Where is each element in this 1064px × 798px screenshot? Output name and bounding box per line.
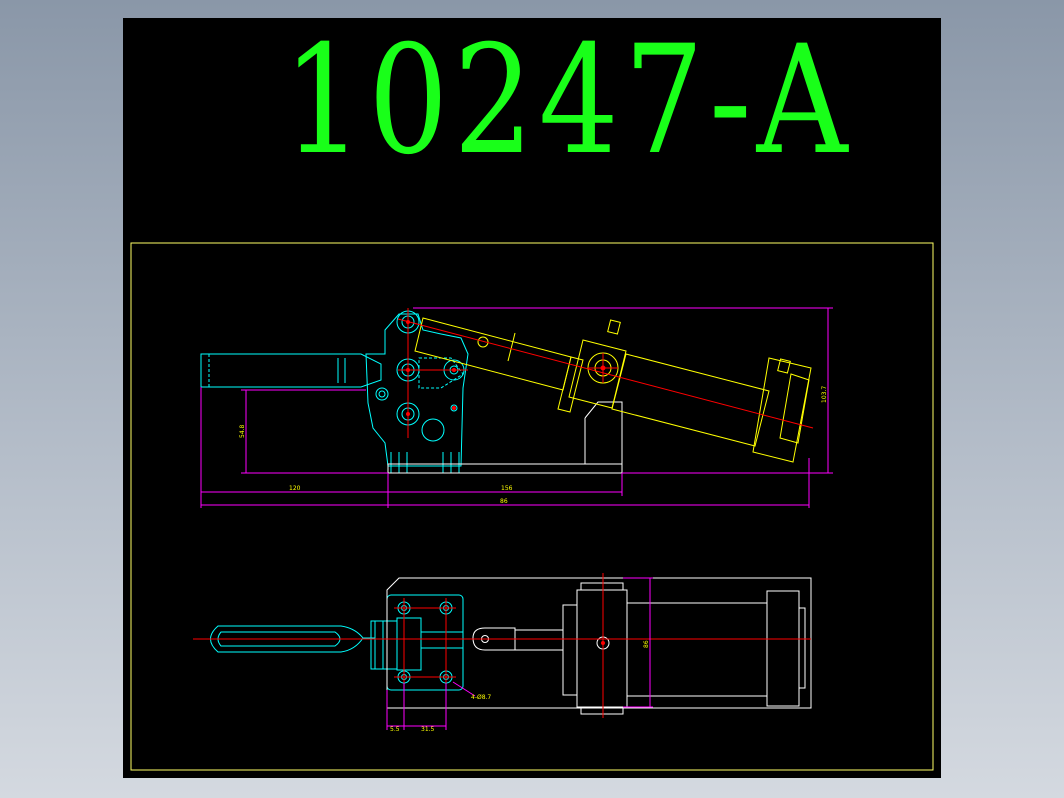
top-dimension-labels: 86 5.5 31.5 4-Ø8.7	[390, 640, 650, 733]
cylinder-height-label: 103.7	[821, 386, 828, 403]
bottom-offset-label: 5.5	[390, 726, 400, 733]
side-handle	[200, 353, 382, 388]
top-cylinder	[472, 582, 806, 715]
top-base-plate	[386, 577, 812, 709]
bottom-spacing-label: 31.5	[421, 726, 435, 733]
drawing-frame	[130, 242, 934, 771]
top-view: 86 5.5 31.5 4-Ø8.7	[193, 573, 812, 733]
side-dimension-labels: 54.8 120 156 86 103.7	[239, 386, 828, 505]
side-left-label: 120	[289, 485, 301, 492]
top-clamp-body	[370, 594, 464, 691]
side-view: 54.8 120 156 86 103.7	[200, 307, 833, 508]
side-height-label: 54.8	[239, 424, 246, 438]
side-total-label: 86	[500, 498, 508, 505]
side-right-label: 156	[501, 485, 513, 492]
side-cylinder	[414, 317, 812, 463]
top-width-label: 86	[643, 640, 650, 648]
cad-drawing: 54.8 120 156 86 103.7 86 5.5 31.5 4-Ø8.7	[130, 242, 934, 771]
drawing-canvas: 10247-A 54.8 120 156 86 103.7 86 5.5 31.…	[123, 18, 941, 778]
hole-callout-label: 4-Ø8.7	[471, 694, 491, 701]
side-clamp-body	[365, 310, 469, 473]
side-base-plate	[387, 401, 623, 474]
